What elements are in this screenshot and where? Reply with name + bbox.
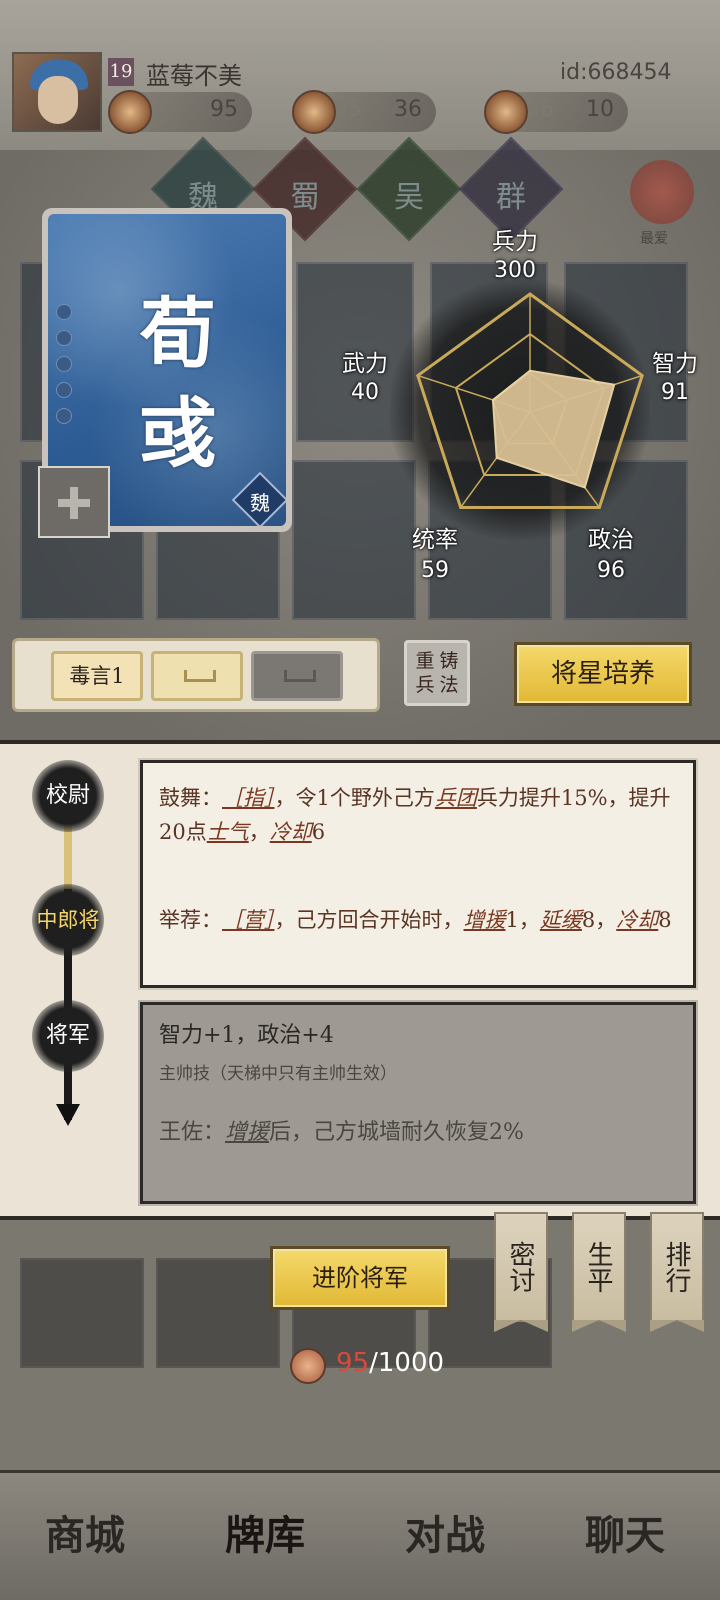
faction-label: 吴 <box>394 180 424 215</box>
player-avatar[interactable] <box>12 52 102 132</box>
resource-value-2: 36 <box>394 97 422 122</box>
bottom-nav: 商城 牌库 对战 聊天 <box>0 1470 720 1600</box>
rank-node-1[interactable]: 校尉 <box>32 760 104 832</box>
tab-ranking[interactable]: 排行 <box>650 1212 704 1322</box>
skill-slot-label: 毒言1 <box>69 664 125 688</box>
stat-intel-label: 智力 <box>652 351 698 377</box>
player-name: 蓝莓不美 <box>146 62 242 90</box>
nav-battle[interactable]: 对战 <box>370 1491 520 1581</box>
locked-skill-description: 王佐：增援后，己方城墙耐久恢复2% <box>159 1120 524 1145</box>
skill-description-1: 鼓舞：［指］，令1个野外己方兵团兵力提升15%，提升20点士气，冷却6 <box>159 786 671 844</box>
crossed-swords-icon <box>290 1348 326 1384</box>
favorite-label: 最爱 <box>640 231 668 247</box>
tab-secret-plot[interactable]: 密讨 <box>494 1212 548 1322</box>
hero-faction-label: 魏 <box>250 491 270 515</box>
empty-slot-icon <box>284 670 316 682</box>
locked-commander-note: 主帅技（天梯中只有主帅生效） <box>159 1064 397 1084</box>
nav-shop[interactable]: 商城 <box>10 1491 160 1581</box>
star-training-button[interactable]: 将星培养 <box>514 642 692 706</box>
stat-troops-label: 兵力 <box>492 229 538 255</box>
resource-swords: 95 <box>108 90 252 134</box>
resource-value: 95 <box>334 97 362 122</box>
rank-node-3[interactable]: 将军 <box>32 1000 104 1072</box>
progress-current: 95 <box>336 1348 370 1378</box>
progress-total: /1000 <box>369 1348 445 1378</box>
reforge-char: 铸 <box>439 650 459 672</box>
resource-value: 36 <box>526 97 554 122</box>
reforge-tactic-button[interactable]: 重 铸 兵 法 <box>404 640 470 706</box>
resource-gem: 36 10 <box>484 90 628 134</box>
nav-card-library[interactable]: 牌库 <box>190 1491 340 1581</box>
skill-slot-bar: 毒言1 <box>12 638 380 712</box>
reforge-char: 兵 <box>415 674 435 696</box>
tab-biography[interactable]: 生平 <box>572 1212 626 1322</box>
unlocked-skills-box: 鼓舞：［指］，令1个野外己方兵团兵力提升15%，提升20点士气，冷却6 举荐：［… <box>138 758 698 990</box>
stat-force-label: 武力 <box>342 351 388 377</box>
stat-intel-value: 91 <box>661 380 689 405</box>
avatar-face <box>38 76 78 124</box>
skill-slot-3[interactable] <box>251 651 343 701</box>
nav-chat[interactable]: 聊天 <box>550 1491 700 1581</box>
resource-value: 95 <box>210 97 238 122</box>
hero-name: 荀彧 <box>140 289 216 478</box>
stats-radar-chart <box>416 292 644 509</box>
resource-scroll: 95 36 <box>292 90 436 134</box>
stat-troops-value: 300 <box>494 258 536 283</box>
stat-politics-value: 96 <box>597 558 625 583</box>
crossed-swords-icon <box>108 90 152 134</box>
locked-skills-box: 智力+1，政治+4 主帅技（天梯中只有主帅生效） 王佐：增援后，己方城墙耐久恢复… <box>138 1000 698 1206</box>
stat-politics-label: 政治 <box>588 527 634 553</box>
skill-description-2: 举荐：［营］，己方回合开始时，增援1，延缓8，冷却8 <box>159 908 672 932</box>
faction-label: 群 <box>496 180 526 215</box>
skill-slot-2[interactable] <box>151 651 243 701</box>
stat-command-label: 统率 <box>412 527 458 553</box>
hero-star-slots <box>56 304 72 434</box>
reforge-char: 法 <box>439 674 459 696</box>
rank-node-2[interactable]: 中郎将 <box>32 884 104 956</box>
resource-value-2: 10 <box>586 97 614 122</box>
gem-icon <box>484 90 528 134</box>
scroll-icon <box>292 90 336 134</box>
bg-card <box>20 1258 144 1368</box>
advance-progress: 95/1000 <box>336 1348 444 1378</box>
add-equipment-button[interactable] <box>38 466 110 538</box>
locked-stat-bonus: 智力+1，政治+4 <box>159 1023 334 1048</box>
favorite-icon[interactable] <box>630 160 694 224</box>
reforge-char: 重 <box>415 650 435 672</box>
arrow-down-icon <box>56 1104 80 1126</box>
advance-general-button[interactable]: 进阶将军 <box>270 1246 450 1310</box>
skill-slot-1[interactable]: 毒言1 <box>51 651 143 701</box>
radar-value-shape <box>491 369 616 489</box>
player-id: id:668454 <box>560 60 672 85</box>
stat-force-value: 40 <box>351 380 379 405</box>
bg-card <box>156 1258 280 1368</box>
stat-command-value: 59 <box>421 558 449 583</box>
empty-slot-icon <box>184 670 216 682</box>
player-level: 19 <box>108 58 134 86</box>
